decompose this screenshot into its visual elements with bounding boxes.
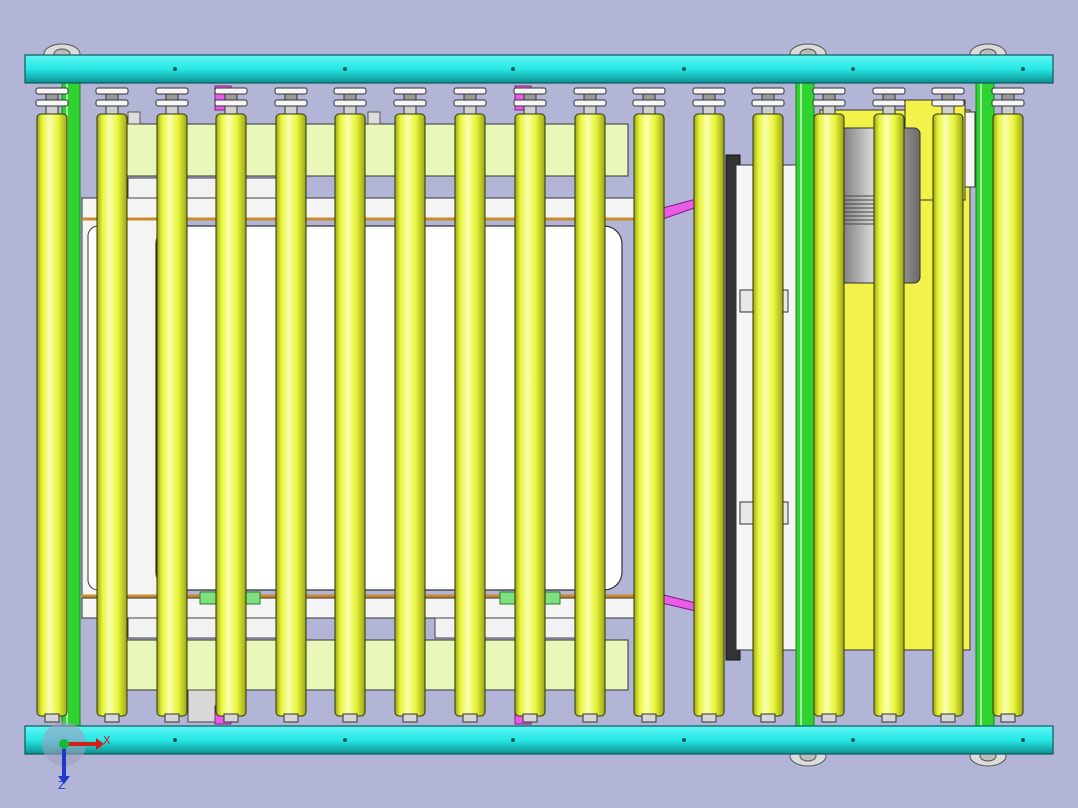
roller xyxy=(214,87,248,723)
top-rail xyxy=(24,54,1054,84)
roller xyxy=(751,87,785,723)
rollers xyxy=(35,87,1025,723)
side-frame xyxy=(975,82,995,727)
roller xyxy=(872,87,906,723)
roller xyxy=(632,87,666,723)
rail-bolt xyxy=(851,738,855,742)
roller xyxy=(274,87,308,723)
axis-x-label: X xyxy=(103,734,111,747)
rail-bolt xyxy=(1021,67,1025,71)
roller xyxy=(453,87,487,723)
roller xyxy=(692,87,726,723)
side-frame xyxy=(795,82,815,727)
rail-bolt xyxy=(173,738,177,742)
rail-bolt xyxy=(682,67,686,71)
rail-bolt xyxy=(511,738,515,742)
roller xyxy=(931,87,965,723)
bottom-rail xyxy=(24,725,1054,755)
rail-bolt xyxy=(1021,738,1025,742)
rail-bolt xyxy=(851,67,855,71)
roller xyxy=(333,87,367,723)
rail-bolt xyxy=(343,738,347,742)
rail-bolt xyxy=(343,67,347,71)
roller-conveyor-drawing xyxy=(24,43,1054,784)
roller xyxy=(812,87,846,723)
rail-bolt xyxy=(682,738,686,742)
roller xyxy=(35,87,69,723)
roller xyxy=(573,87,607,723)
roller xyxy=(95,87,129,723)
cad-viewport[interactable]: X Z xyxy=(0,0,1078,808)
roller xyxy=(513,87,547,723)
axis-z-label: Z xyxy=(58,779,66,792)
roller xyxy=(393,87,427,723)
rail-bolt xyxy=(173,67,177,71)
roller xyxy=(991,87,1025,723)
rail-bolt xyxy=(511,67,515,71)
roller xyxy=(155,87,189,723)
